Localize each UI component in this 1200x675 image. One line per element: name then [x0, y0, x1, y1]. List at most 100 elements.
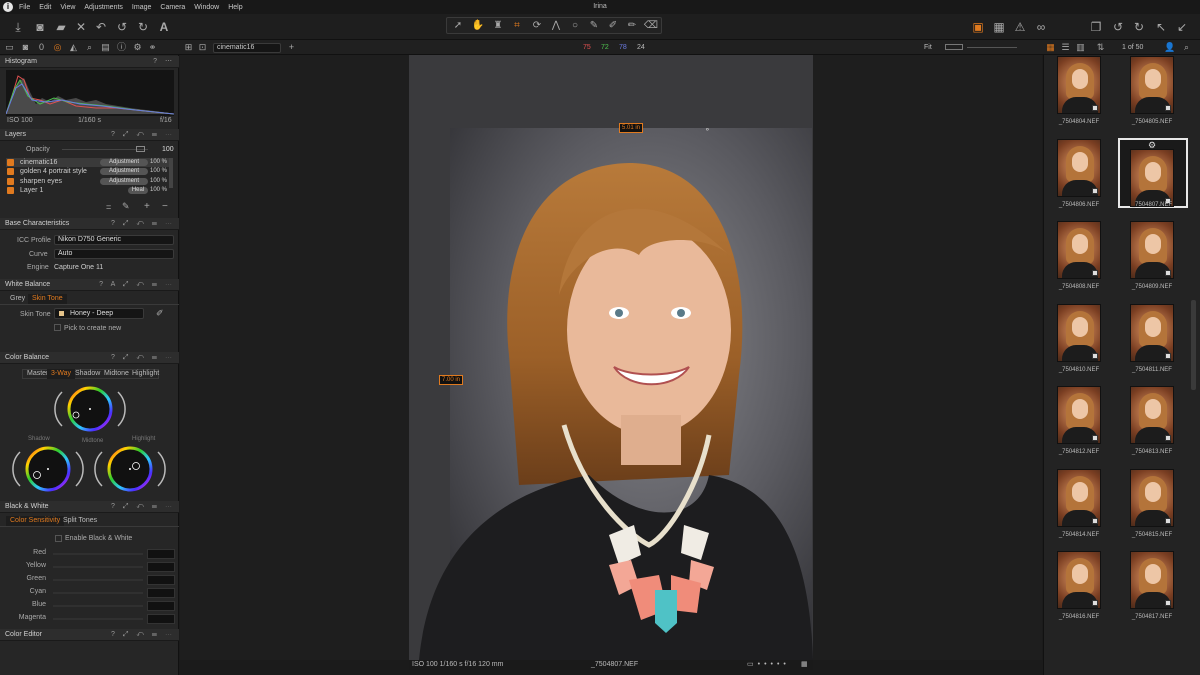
thumbnail-image[interactable]: [1130, 386, 1174, 444]
highlight-color-wheel[interactable]: [94, 444, 166, 494]
menu-help[interactable]: Help: [228, 4, 242, 11]
rotate-right-icon[interactable]: ↻: [1131, 19, 1147, 35]
stamp-icon[interactable]: ♜: [490, 18, 506, 34]
white-balance-header[interactable]: White Balance ? A ⤢ ↶ ☰ ⋯: [0, 279, 179, 291]
icc-profile-select[interactable]: Nikon D750 Generic: [54, 235, 174, 245]
color-tab-icon[interactable]: ◎: [52, 42, 63, 53]
picker-icon[interactable]: ✐: [605, 18, 621, 34]
apply-adjust-icon[interactable]: ↙: [1174, 19, 1190, 35]
copy-variants-icon[interactable]: ❐: [1088, 19, 1104, 35]
bw-slider[interactable]: [53, 618, 143, 620]
tab-split-tones[interactable]: Split Tones: [59, 516, 101, 526]
folder-icon[interactable]: ▰: [53, 19, 69, 35]
import-icon[interactable]: ⤓: [10, 19, 26, 35]
layer-row[interactable]: golden 4 portrait style Adjustment 100 %: [6, 167, 170, 176]
bw-red-row[interactable]: Red: [8, 549, 178, 559]
eraser-icon[interactable]: ⌫: [643, 18, 659, 34]
thumbnail-image[interactable]: [1130, 149, 1174, 207]
add-layer-icon[interactable]: +: [144, 201, 150, 212]
bw-value-field[interactable]: [147, 562, 175, 572]
color-balance-header[interactable]: Color Balance ? ⤢ ↶ ☰ ⋯: [0, 352, 179, 364]
output-tab-icon[interactable]: ⓘ: [116, 42, 127, 53]
layer-row[interactable]: cinematic16 Adjustment 100 %: [6, 158, 170, 167]
thumbnail-image[interactable]: [1057, 551, 1101, 609]
spot-removal-icon[interactable]: ○: [567, 18, 583, 34]
menu-view[interactable]: View: [60, 4, 75, 11]
thumbnail-image[interactable]: [1057, 304, 1101, 362]
bw-slider[interactable]: [53, 592, 143, 594]
thumbnail-image[interactable]: [1057, 56, 1101, 114]
pan-hand-icon[interactable]: ✋: [470, 18, 486, 34]
proof-glasses-icon[interactable]: ∞: [1033, 19, 1049, 35]
filmstrip-view-icon[interactable]: ▥: [1075, 42, 1086, 53]
delete-icon[interactable]: ✕: [73, 19, 89, 35]
eyedropper-icon[interactable]: ✐: [156, 308, 164, 319]
capture-tab-icon[interactable]: ◙: [20, 42, 31, 53]
bw-slider[interactable]: [53, 579, 143, 581]
bw-value-field[interactable]: [147, 614, 175, 624]
annotate-icon[interactable]: ✏: [624, 18, 640, 34]
remove-layer-icon[interactable]: −: [162, 201, 168, 212]
portrait-photo[interactable]: [409, 55, 813, 660]
redo-icon[interactable]: ↻: [135, 19, 151, 35]
library-tab-icon[interactable]: ▭: [4, 42, 15, 53]
layer-row[interactable]: Layer 1 Heal 100 %: [6, 186, 170, 195]
enable-bw-checkbox[interactable]: [55, 535, 62, 542]
tab-skin-tone[interactable]: Skin Tone: [28, 294, 67, 304]
layer-checkbox[interactable]: [7, 187, 14, 194]
crop-lock-icon[interactable]: ⚬: [704, 125, 711, 134]
camera-icon[interactable]: ◙: [32, 19, 48, 35]
black-white-header[interactable]: Black & White ? ⤢ ↶ ☰ ⋯: [0, 501, 179, 513]
bw-magenta-row[interactable]: Magenta: [8, 614, 178, 624]
panel-options-icon[interactable]: ? ⤢ ↶ ☰ ⋯: [111, 352, 175, 364]
thumbnail-grid-icon[interactable]: ▦: [1045, 42, 1056, 53]
thumbnail-image[interactable]: [1057, 139, 1101, 197]
local-adjust-tab-icon[interactable]: ▤: [100, 42, 111, 53]
menu-edit[interactable]: Edit: [39, 4, 51, 11]
opacity-handle[interactable]: [136, 146, 145, 152]
panel-options-icon[interactable]: ? ⋯: [153, 56, 175, 68]
thumbnail-image[interactable]: [1130, 221, 1174, 279]
select-arrow-icon[interactable]: ➚: [450, 18, 466, 34]
layer-brush-icon[interactable]: ✎: [122, 201, 130, 212]
lens-tab-icon[interactable]: 0: [36, 42, 47, 53]
layer-checkbox[interactable]: [7, 159, 14, 166]
tab-highlight[interactable]: Highlight: [128, 369, 163, 379]
undo-all-icon[interactable]: ↶: [93, 19, 109, 35]
search-icon[interactable]: ⌕: [1181, 42, 1192, 53]
brush-icon[interactable]: ✎: [586, 18, 602, 34]
thumbnail-image[interactable]: [1130, 551, 1174, 609]
bw-yellow-row[interactable]: Yellow: [8, 562, 178, 572]
zoom-track[interactable]: [967, 47, 1017, 48]
color-editor-header[interactable]: Color Editor ? ⤢ ↶ ☰ ⋯: [0, 629, 179, 641]
keystone-icon[interactable]: ⋀: [548, 18, 564, 34]
edit-mode-icon[interactable]: ▣: [970, 19, 986, 35]
bw-value-field[interactable]: [147, 575, 175, 585]
menu-camera[interactable]: Camera: [160, 4, 185, 11]
thumbnail-image[interactable]: [1057, 469, 1101, 527]
thumbnail-image[interactable]: [1057, 386, 1101, 444]
layers-scrollbar[interactable]: [169, 158, 173, 188]
bw-cyan-row[interactable]: Cyan: [8, 588, 178, 598]
bw-slider[interactable]: [53, 553, 143, 555]
panel-options-icon[interactable]: ? ⤢ ↶ ☰ ⋯: [111, 629, 175, 641]
layer-equals-icon[interactable]: =: [106, 202, 111, 212]
thumbnail-image[interactable]: [1130, 469, 1174, 527]
menu-image[interactable]: Image: [132, 4, 151, 11]
add-variant-icon[interactable]: +: [286, 42, 297, 53]
pick-checkbox[interactable]: [54, 324, 61, 331]
rotate-icon[interactable]: ⟳: [529, 18, 545, 34]
menu-file[interactable]: File: [19, 4, 30, 11]
sort-icon[interactable]: ⇅: [1095, 42, 1106, 53]
bw-value-field[interactable]: [147, 601, 175, 611]
menu-window[interactable]: Window: [194, 4, 219, 11]
bw-blue-row[interactable]: Blue: [8, 601, 178, 611]
layer-row[interactable]: sharpen eyes Adjustment 100 %: [6, 177, 170, 186]
copy-adjust-icon[interactable]: ↖: [1153, 19, 1169, 35]
user-icon[interactable]: 👤: [1164, 42, 1175, 53]
list-view-icon[interactable]: ☰: [1060, 42, 1071, 53]
panel-options-icon[interactable]: ? ⤢ ↶ ☰ ⋯: [111, 501, 175, 513]
base-characteristics-header[interactable]: Base Characteristics ? ⤢ ↶ ☰ ⋯: [0, 218, 179, 230]
master-color-wheel[interactable]: [52, 384, 128, 434]
settings-gear-icon[interactable]: ⚙: [132, 42, 143, 53]
